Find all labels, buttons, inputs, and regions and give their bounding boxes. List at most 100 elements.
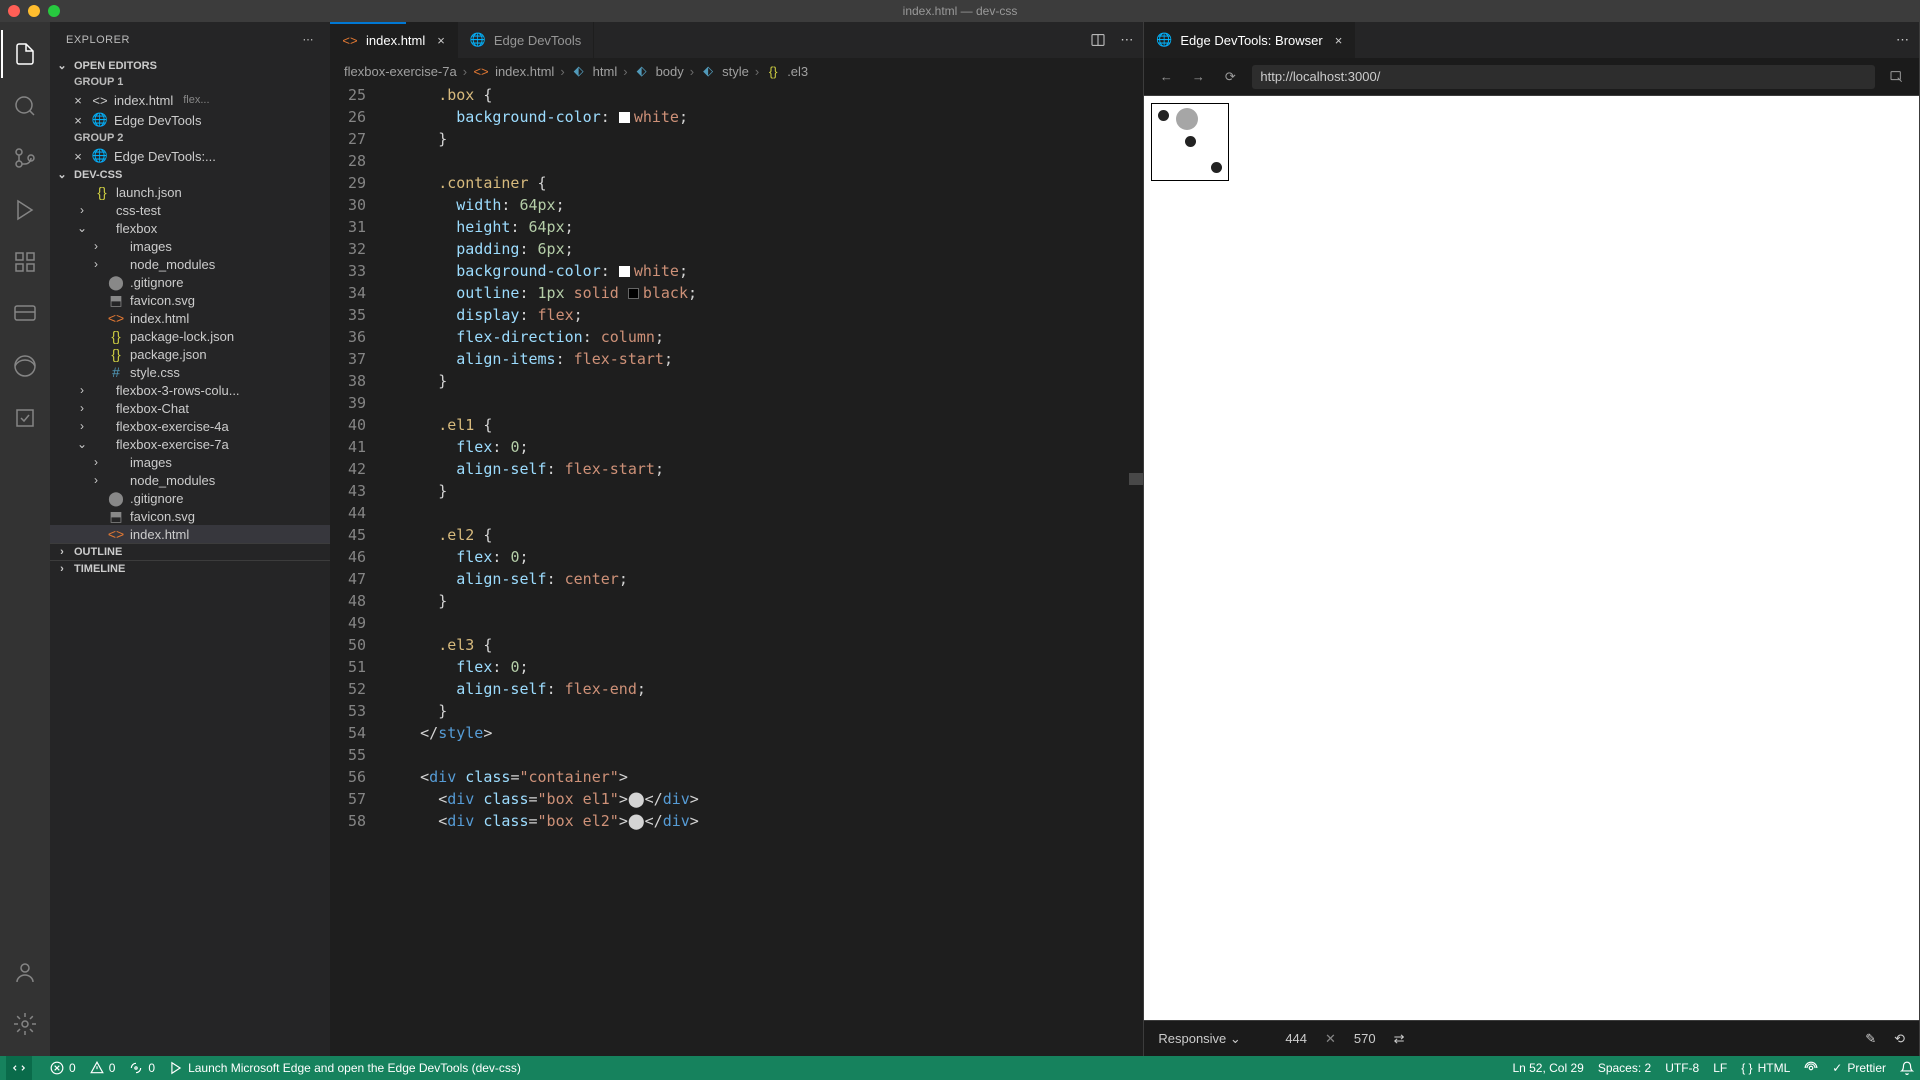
line-number[interactable]: 46	[330, 546, 366, 568]
line-number[interactable]: 45	[330, 524, 366, 546]
code-line[interactable]: <div class="box el1">⬤</div>	[384, 788, 1143, 810]
code-line[interactable]: flex: 0;	[384, 436, 1143, 458]
line-number[interactable]: 50	[330, 634, 366, 656]
line-number[interactable]: 53	[330, 700, 366, 722]
status-warnings[interactable]: 0	[90, 1061, 116, 1075]
code-line[interactable]: }	[384, 480, 1143, 502]
code-line[interactable]	[384, 502, 1143, 524]
open-editor-item[interactable]: ×🌐Edge DevTools:...	[50, 146, 330, 166]
line-number[interactable]: 38	[330, 370, 366, 392]
code-line[interactable]: }	[384, 700, 1143, 722]
activity-explorer[interactable]	[1, 30, 49, 78]
activity-scm[interactable]	[1, 134, 49, 182]
split-editor-icon[interactable]	[1090, 32, 1106, 48]
code-line[interactable]	[384, 392, 1143, 414]
code-line[interactable]: height: 64px;	[384, 216, 1143, 238]
code-line[interactable]: flex-direction: column;	[384, 326, 1143, 348]
close-icon[interactable]: ×	[437, 33, 445, 48]
code-line[interactable]: background-color: white;	[384, 260, 1143, 282]
close-icon[interactable]: ×	[70, 113, 86, 128]
code-editor[interactable]: 2526272829303132333435363738394041424344…	[330, 84, 1143, 1056]
code-line[interactable]: .el3 {	[384, 634, 1143, 656]
code-line[interactable]: </style>	[384, 722, 1143, 744]
remote-indicator[interactable]	[6, 1056, 32, 1080]
browser-url-input[interactable]: http://localhost:3000/	[1252, 65, 1875, 89]
code-line[interactable]: flex: 0;	[384, 546, 1143, 568]
status-launch[interactable]: Launch Microsoft Edge and open the Edge …	[169, 1061, 521, 1075]
tree-item[interactable]: ⬒favicon.svg	[50, 291, 330, 309]
code-line[interactable]: <div class="box el2">⬤</div>	[384, 810, 1143, 832]
status-ports[interactable]: 0	[129, 1061, 155, 1075]
line-number[interactable]: 55	[330, 744, 366, 766]
close-icon[interactable]: ×	[70, 149, 86, 164]
line-number[interactable]: 30	[330, 194, 366, 216]
tree-item[interactable]: {}package-lock.json	[50, 327, 330, 345]
browser-forward-icon[interactable]: →	[1188, 69, 1208, 84]
code-line[interactable]: padding: 6px;	[384, 238, 1143, 260]
code-line[interactable]: display: flex;	[384, 304, 1143, 326]
code-line[interactable]: .container {	[384, 172, 1143, 194]
tree-item[interactable]: #style.css	[50, 363, 330, 381]
code-line[interactable]: .el1 {	[384, 414, 1143, 436]
line-number[interactable]: 54	[330, 722, 366, 744]
line-number[interactable]: 44	[330, 502, 366, 524]
window-minimize[interactable]	[28, 5, 40, 17]
editor-more-icon[interactable]: ⋯	[1896, 32, 1909, 48]
tree-item[interactable]: <>index.html	[50, 309, 330, 327]
status-prettier[interactable]: ✓Prettier	[1832, 1061, 1886, 1075]
status-encoding[interactable]: UTF-8	[1665, 1061, 1699, 1075]
code-line[interactable]: align-self: center;	[384, 568, 1143, 590]
line-number[interactable]: 37	[330, 348, 366, 370]
section-outline[interactable]: ›OUTLINE	[50, 543, 330, 560]
open-editor-item[interactable]: ×<>index.htmlflex...	[50, 90, 330, 110]
activity-remote[interactable]	[1, 290, 49, 338]
line-number[interactable]: 35	[330, 304, 366, 326]
line-number[interactable]: 48	[330, 590, 366, 612]
line-number[interactable]: 34	[330, 282, 366, 304]
activity-wallaby[interactable]	[1, 394, 49, 442]
viewport-width[interactable]: 444	[1285, 1031, 1307, 1046]
status-lang[interactable]: { }HTML	[1741, 1061, 1790, 1075]
status-spaces[interactable]: Spaces: 2	[1598, 1061, 1651, 1075]
section-project[interactable]: ⌄DEV-CSS	[50, 166, 330, 183]
code-line[interactable]: }	[384, 128, 1143, 150]
line-number[interactable]: 47	[330, 568, 366, 590]
breadcrumb-item[interactable]: html	[593, 64, 618, 79]
breadcrumb-item[interactable]: style	[722, 64, 749, 79]
tree-item[interactable]: ›css-test	[50, 201, 330, 219]
code-line[interactable]	[384, 744, 1143, 766]
tree-item[interactable]: ⬤.gitignore	[50, 489, 330, 507]
line-number[interactable]: 36	[330, 326, 366, 348]
line-number[interactable]: 29	[330, 172, 366, 194]
tree-item[interactable]: ⬒favicon.svg	[50, 507, 330, 525]
section-timeline[interactable]: ›TIMELINE	[50, 560, 330, 577]
code-line[interactable]	[384, 150, 1143, 172]
editor-more-icon[interactable]: ⋯	[1120, 32, 1133, 48]
line-number[interactable]: 28	[330, 150, 366, 172]
code-line[interactable]: width: 64px;	[384, 194, 1143, 216]
swap-dimensions-icon[interactable]: ⇄	[1394, 1031, 1405, 1047]
tree-item[interactable]: {}package.json	[50, 345, 330, 363]
line-number[interactable]: 40	[330, 414, 366, 436]
line-number[interactable]: 31	[330, 216, 366, 238]
code-line[interactable]: .el2 {	[384, 524, 1143, 546]
status-eol[interactable]: LF	[1713, 1061, 1727, 1075]
code-line[interactable]: <div class="container">	[384, 766, 1143, 788]
code-line[interactable]: }	[384, 590, 1143, 612]
line-number[interactable]: 58	[330, 810, 366, 832]
code-line[interactable]: background-color: white;	[384, 106, 1143, 128]
breadcrumb-item[interactable]: flexbox-exercise-7a	[344, 64, 457, 79]
line-number[interactable]: 41	[330, 436, 366, 458]
line-number[interactable]: 39	[330, 392, 366, 414]
code-line[interactable]	[384, 612, 1143, 634]
code-line[interactable]: }	[384, 370, 1143, 392]
tree-item[interactable]: <>index.html	[50, 525, 330, 543]
tree-item[interactable]: {}launch.json	[50, 183, 330, 201]
tree-item[interactable]: ›images	[50, 237, 330, 255]
viewport-height[interactable]: 570	[1354, 1031, 1376, 1046]
line-number[interactable]: 51	[330, 656, 366, 678]
status-cursor[interactable]: Ln 52, Col 29	[1512, 1061, 1583, 1075]
close-icon[interactable]: ×	[70, 93, 86, 108]
open-editor-item[interactable]: ×🌐Edge DevTools	[50, 110, 330, 130]
browser-reload-icon[interactable]: ⟳	[1220, 69, 1240, 85]
